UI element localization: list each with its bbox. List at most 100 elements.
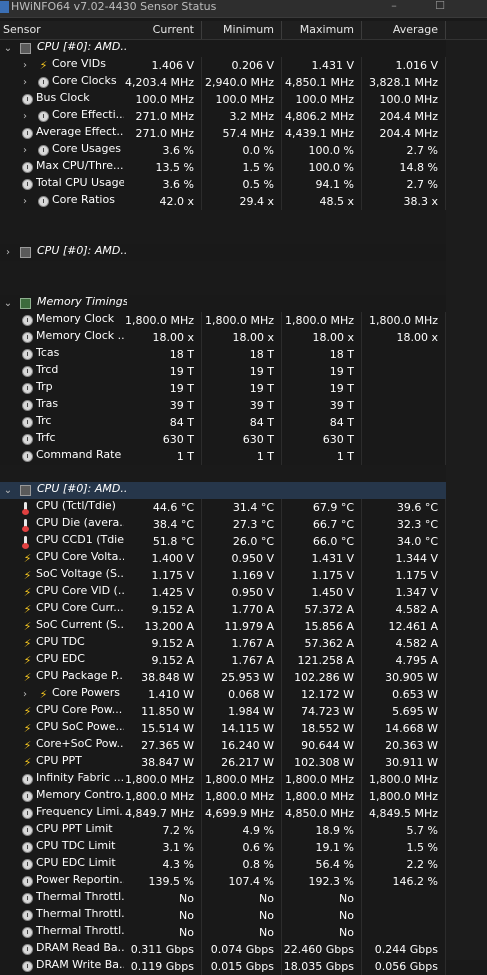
sensor-row[interactable]: ⚡ CPU Core Volta... 1.400 V 0.950 V 1.431 V1… xyxy=(0,550,487,567)
current-column-header[interactable]: Current xyxy=(124,21,202,39)
minimum-value: 1.984 W xyxy=(202,703,282,720)
sensor-row[interactable]: ⚡ CPU Core Pow... 11.850 W 1.984 W 74.723 W5… xyxy=(0,703,487,720)
collapse-icon[interactable]: ⌄ xyxy=(3,40,13,57)
sensor-name: CPU Package P... xyxy=(36,669,124,682)
sensor-row[interactable]: DRAM Read Ba... 0.311 Gbps 0.074 Gbps 22.46… xyxy=(0,941,487,958)
sensor-row[interactable]: CPU CCD1 (Tdie) 51.8 °C 26.0 °C 66.0 °C 34.0… xyxy=(0,533,487,550)
expand-icon[interactable]: › xyxy=(20,57,30,74)
sensor-row[interactable]: Infinity Fabric ... 1,800.0 MHz 1,800.0 MH… xyxy=(0,771,487,788)
bolt-icon: ⚡ xyxy=(23,705,32,718)
sensor-row[interactable]: ⚡ CPU TDC 9.152 A 1.767 A 57.362 A 4.582 A xyxy=(0,635,487,652)
expand-icon[interactable]: › xyxy=(20,686,30,703)
sensor-group-row[interactable]: ⌄ CPU [#0]: AMD... xyxy=(0,482,487,499)
clock-icon xyxy=(22,927,33,938)
sensor-row[interactable]: Frequency Limi... 4,849.7 MHz 4,699.9 MHz 4… xyxy=(0,805,487,822)
sensor-row[interactable]: ⚡ CPU Core Curr... 9.152 A 1.770 A 57.372 A4… xyxy=(0,601,487,618)
sensor-row[interactable]: Total CPU Usage 3.6 % 0.5 % 94.1 % 2.7 % xyxy=(0,176,487,193)
sensor-row[interactable]: › ⚡ Core Powers 1.410 W 0.068 W 12.172 W 0.653… xyxy=(0,686,487,703)
thermometer-icon xyxy=(22,536,29,549)
bolt-icon: ⚡ xyxy=(23,620,32,633)
clock-icon xyxy=(22,893,33,904)
sensor-row[interactable]: ⚡ SoC Voltage (S... 1.175 V 1.169 V 1.175 V1… xyxy=(0,567,487,584)
sensor-row[interactable]: CPU PPT Limit 7.2 % 4.9 % 18.9 % 5.7 % xyxy=(0,822,487,839)
sensor-row[interactable]: Thermal Throttl... No No No xyxy=(0,890,487,907)
sensor-group-row[interactable]: ⌄ CPU [#0]: AMD... xyxy=(0,40,487,57)
current-value: 13.200 A xyxy=(124,618,202,635)
minimize-icon[interactable]: – xyxy=(384,0,404,14)
sensor-row[interactable]: DRAM Write Ba... 0.119 Gbps 0.015 Gbps 18.0… xyxy=(0,958,487,975)
maximum-value: No xyxy=(282,890,362,907)
sensor-row[interactable]: Bus Clock 100.0 MHz 100.0 MHz 100.0 MHz 100.… xyxy=(0,91,487,108)
minimum-value: 1,800.0 MHz xyxy=(202,312,282,329)
scrollbar[interactable] xyxy=(446,40,487,960)
maximum-value: 19 T xyxy=(282,363,362,380)
sensor-row[interactable]: Command Rate 1 T1 T1 T xyxy=(0,448,487,465)
sensor-row[interactable]: Trcd 19 T 19 T 19 T xyxy=(0,363,487,380)
sensor-row[interactable]: Thermal Throttl... No No No xyxy=(0,924,487,941)
sensor-row[interactable]: Trp 19 T 19 T 19 T xyxy=(0,380,487,397)
maximum-value: 19 T xyxy=(282,380,362,397)
collapse-icon[interactable]: ⌄ xyxy=(3,482,13,499)
sensor-group-row[interactable]: › CPU [#0]: AMD... xyxy=(0,244,487,261)
expand-icon[interactable]: › xyxy=(3,244,13,261)
current-value: 39 T xyxy=(124,397,202,414)
minimum-value: 0.0 % xyxy=(202,142,282,159)
clock-icon xyxy=(22,417,33,428)
sensor-row[interactable]: Average Effect... 271.0 MHz 57.4 MHz 4,439.… xyxy=(0,125,487,142)
bolt-icon: ⚡ xyxy=(23,739,32,752)
sensor-row[interactable]: › Core Ratios 42.0 x 29.4 x 48.5 x 38.3 x xyxy=(0,193,487,210)
expand-icon[interactable]: › xyxy=(20,193,30,210)
sensor-row[interactable]: CPU EDC Limit 4.3 % 0.8 % 56.4 % 2.2 % xyxy=(0,856,487,873)
sensor-row[interactable]: CPU (Tctl/Tdie) 44.6 °C 31.4 °C 67.9 °C 39.6… xyxy=(0,499,487,516)
maximum-column-header[interactable]: Maximum xyxy=(282,21,362,39)
sensor-row[interactable]: Trfc 630 T 630 T 630 T xyxy=(0,431,487,448)
sensor-row[interactable]: ⚡ CPU SoC Powe... 15.514 W 14.115 W 18.552 W… xyxy=(0,720,487,737)
sensor-row[interactable]: ⚡ CPU Core VID (... 1.425 V 0.950 V 1.450 V1… xyxy=(0,584,487,601)
minimum-column-header[interactable]: Minimum xyxy=(202,21,282,39)
sensor-row[interactable]: Tcas 18 T 18 T 18 T xyxy=(0,346,487,363)
average-value: 3,828.1 MHz xyxy=(362,74,446,91)
sensor-row[interactable]: Memory Clock ... 18.00 x 18.00 x 18.00 x 18.… xyxy=(0,329,487,346)
expand-icon[interactable]: › xyxy=(20,142,30,159)
sensor-name: Core+SoC Pow... xyxy=(36,737,124,750)
sensor-row[interactable]: ⚡ Core+SoC Pow... 27.365 W 16.240 W 90.644 W… xyxy=(0,737,487,754)
clock-icon xyxy=(22,179,33,190)
sensor-group-row[interactable]: ⌄ Memory Timings xyxy=(0,295,487,312)
current-value: 38.4 °C xyxy=(124,516,202,533)
sensor-row[interactable]: ⚡ SoC Current (S... 13.200 A 11.979 A 15.856… xyxy=(0,618,487,635)
current-value: 7.2 % xyxy=(124,822,202,839)
maximum-value: 121.258 A xyxy=(282,652,362,669)
sensor-name: CPU TDC xyxy=(36,635,85,648)
current-value: 15.514 W xyxy=(124,720,202,737)
sensor-row[interactable]: Thermal Throttl... No No No xyxy=(0,907,487,924)
sensor-row[interactable]: › Core Effecti... 271.0 MHz 3.2 MHz 4,806.2 … xyxy=(0,108,487,125)
sensor-row[interactable]: › ⚡ Core VIDs 1.406 V 0.206 V 1.431 V 1.016 V xyxy=(0,57,487,74)
maximum-value: 1 T xyxy=(282,448,362,465)
sensor-row[interactable]: CPU Die (avera... 38.4 °C 27.3 °C 66.7 °C 32… xyxy=(0,516,487,533)
sensor-row[interactable]: ⚡ CPU Package P... 38.848 W 25.953 W 102.286… xyxy=(0,669,487,686)
sensor-row[interactable]: CPU TDC Limit 3.1 % 0.6 % 19.1 % 1.5 % xyxy=(0,839,487,856)
sensor-row[interactable]: Max CPU/Thre... 13.5 % 1.5 % 100.0 % 14.8 % xyxy=(0,159,487,176)
sensor-row[interactable]: ⚡ CPU EDC 9.152 A 1.767 A 121.258 A 4.795 A xyxy=(0,652,487,669)
sensor-row[interactable]: Memory Clock 1,800.0 MHz 1,800.0 MHz 1,800.… xyxy=(0,312,487,329)
sensor-row[interactable]: Memory Contro... 1,800.0 MHz 1,800.0 MHz 1,… xyxy=(0,788,487,805)
sensor-row[interactable]: › Core Clocks 4,203.4 MHz 2,940.0 MHz 4,850.… xyxy=(0,74,487,91)
collapse-icon[interactable]: ⌄ xyxy=(3,295,13,312)
maximum-value: 102.308 W xyxy=(282,754,362,771)
maximum-value: 22.460 Gbps xyxy=(282,941,362,958)
minimum-value: 27.3 °C xyxy=(202,516,282,533)
maximize-icon[interactable]: ☐ xyxy=(430,0,450,14)
minimum-value: 0.206 V xyxy=(202,57,282,74)
sensor-row[interactable]: Trc 84 T 84 T 84 T xyxy=(0,414,487,431)
sensor-row[interactable]: Power Reportin... 139.5 % 107.4 % 192.3 % 14… xyxy=(0,873,487,890)
expand-icon[interactable]: › xyxy=(20,74,30,91)
sensor-row[interactable]: Tras 39 T 39 T 39 T xyxy=(0,397,487,414)
sensor-row[interactable]: ⚡ CPU PPT 38.847 W 26.217 W 102.308 W 30.911 … xyxy=(0,754,487,771)
sensor-name: Trfc xyxy=(36,431,56,444)
average-column-header[interactable]: Average xyxy=(362,21,446,39)
current-value: 9.152 A xyxy=(124,601,202,618)
expand-icon[interactable]: › xyxy=(20,108,30,125)
sensor-row[interactable]: › Core Usages 3.6 % 0.0 % 100.0 % 2.7 % xyxy=(0,142,487,159)
sensor-column-header[interactable]: Sensor xyxy=(0,21,124,39)
average-value: 18.00 x xyxy=(362,329,446,346)
